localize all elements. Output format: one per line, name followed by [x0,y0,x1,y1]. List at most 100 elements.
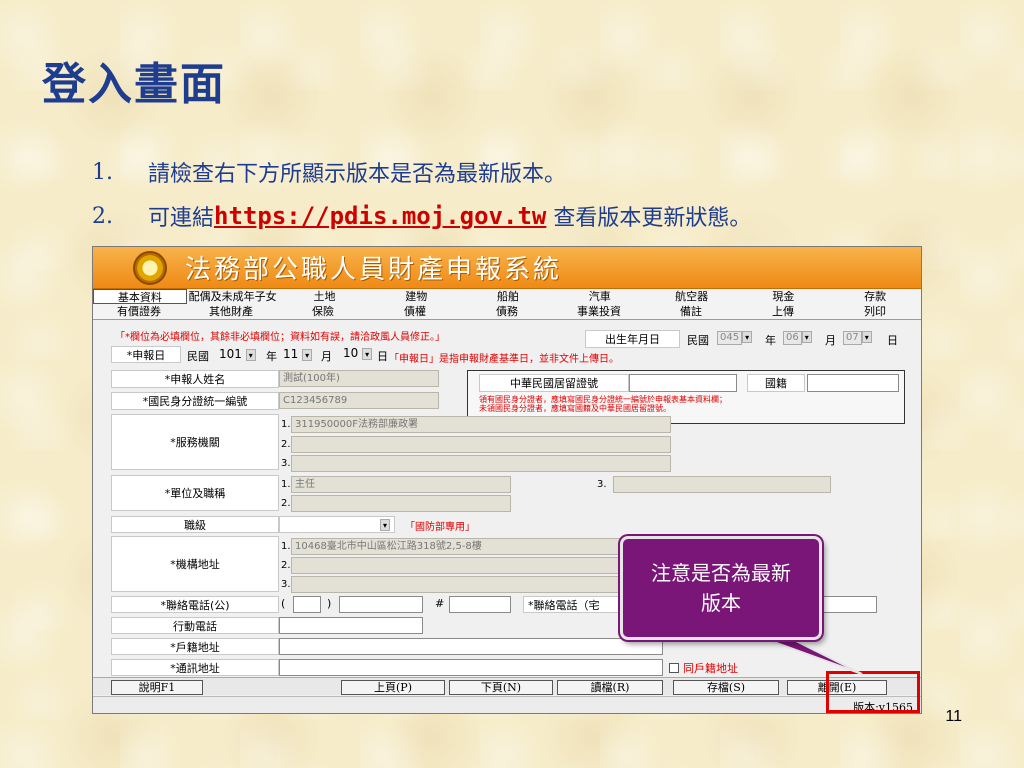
residence-note: 領有國民身分證者，應填寫國民身分證統一編號於申報表基本資料欄； 未領國民身分證者… [479,395,727,413]
tab-other-assets[interactable]: 其他財產 [185,304,277,319]
office-area-code-input[interactable] [293,596,321,613]
agency-index-3: 3. [281,458,291,469]
report-roc-label: 民國 [187,350,209,363]
app-title: 法務部公職人員財產申報系統 [185,255,563,285]
household-address-input[interactable] [279,638,663,655]
save-file-button[interactable]: 存檔(S) [673,680,779,695]
office-extension-input[interactable] [449,596,511,613]
chevron-down-icon: ▾ [380,519,390,531]
page-number: 11 [945,708,962,725]
mailing-address-input[interactable] [279,659,663,676]
position-index-1: 1. [281,479,291,490]
tab-insurance[interactable]: 保險 [277,304,369,319]
slide-title: 登入畫面 [42,59,226,110]
tab-securities[interactable]: 有價證券 [93,304,185,319]
position-field-1[interactable]: 主任 [291,476,511,493]
report-day-unit: 日 [377,350,388,363]
tab-debts[interactable]: 債務 [461,304,553,319]
position-label: *單位及職稱 [111,475,279,511]
id-number-field[interactable]: C123456789 [279,392,439,409]
tab-bar: 基本資料 配偶及未成年子女 土地 建物 船舶 汽車 航空器 現金 存款 有價證券… [93,289,921,320]
month-label: 月 [825,334,836,347]
tab-building[interactable]: 建物 [370,289,462,304]
report-year-select[interactable]: 101 ▾ [219,347,256,361]
household-address-label: *戶籍地址 [111,638,279,655]
report-day-select[interactable]: 10 ▾ [343,346,373,360]
tab-aircraft[interactable]: 航空器 [646,289,738,304]
chevron-down-icon: ▾ [245,348,256,361]
tab-notes[interactable]: 備註 [645,304,737,319]
id-number-label: *國民身分證統一編號 [111,392,279,410]
chevron-down-icon: ▾ [302,348,313,361]
address-index-2: 2. [281,560,291,571]
rank-label: 職級 [111,516,279,533]
birth-roc-label: 民國 [687,334,709,347]
read-file-button[interactable]: 讀檔(R) [557,680,663,695]
agency-field-2[interactable] [291,436,671,453]
agency-field-3[interactable] [291,455,671,472]
next-page-button[interactable]: 下頁(N) [449,680,553,695]
mailing-address-label: *通訊地址 [111,659,279,676]
residence-number-input[interactable] [629,374,737,392]
instruction-item-2: 2. 可連結 https://pdis.moj.gov.tw 查看版本更新狀態。 [92,194,751,238]
required-notice: 「*欄位為必填欄位，其餘非必填欄位；資料如有誤，請洽政風人員修正。」 [115,332,445,343]
help-button[interactable]: 說明F1 [111,680,203,695]
agency-index-1: 1. [281,419,291,430]
tab-investment[interactable]: 事業投資 [553,304,645,319]
office-phone-input[interactable] [339,596,423,613]
status-bar: 版本:v1565 [93,696,921,713]
chevron-down-icon: ▾ [861,331,872,343]
tab-deposit[interactable]: 存款 [829,289,921,304]
residence-note-line-1: 領有國民身分證者，應填寫國民身分證統一編號於申報表基本資料欄； [479,395,727,404]
agency-label: *服務機關 [111,414,279,470]
agency-field-1[interactable]: 311950000F法務部廉政署 [291,416,671,433]
birth-day-select[interactable]: 07 ▾ [843,330,872,345]
version-callout: 注意是否為最新版本 [620,536,822,640]
app-banner: 法務部公職人員財產申報系統 [93,247,921,289]
name-field[interactable]: 測試(100年) [279,370,439,387]
tab-row-1: 基本資料 配偶及未成年子女 土地 建物 船舶 汽車 航空器 現金 存款 [93,289,921,304]
tab-ship[interactable]: 船舶 [462,289,554,304]
agency-index-2: 2. [281,439,291,450]
position-field-2[interactable] [291,495,511,512]
tab-cash[interactable]: 現金 [737,289,829,304]
report-month-select[interactable]: 11 ▾ [283,347,313,361]
tab-claims[interactable]: 債權 [369,304,461,319]
instruction-text: 查看版本更新狀態。 [546,206,752,231]
tab-car[interactable]: 汽車 [554,289,646,304]
instruction-number: 1. [92,159,113,185]
tab-land[interactable]: 土地 [279,289,371,304]
address-index-1: 1. [281,541,291,552]
chevron-down-icon: ▾ [742,331,753,343]
address-index-3: 3. [281,579,291,590]
tab-upload[interactable]: 上傳 [737,304,829,319]
defense-note: 「國防部專用」 [405,522,475,533]
paren-open: ( [281,597,286,610]
position-field-3[interactable] [613,476,831,493]
chevron-down-icon: ▾ [801,331,812,343]
basic-info-form: 「*欄位為必填欄位，其餘非必填欄位；資料如有誤，請洽政風人員修正。」 出生年月日… [93,320,921,698]
action-bar: 說明F1 上頁(P) 下頁(N) 讀檔(R) 存檔(S) 離開(E) [93,677,921,695]
app-window: 法務部公職人員財產申報系統 基本資料 配偶及未成年子女 土地 建物 船舶 汽車 … [92,246,922,714]
version-link[interactable]: https://pdis.moj.gov.tw [214,202,546,230]
tab-basic-info[interactable]: 基本資料 [93,289,187,304]
nationality-input[interactable] [807,374,899,392]
report-month-unit: 月 [321,350,332,363]
instruction-number: 2. [92,203,113,229]
tab-print[interactable]: 列印 [829,304,921,319]
instruction-text: 請檢查右下方所顯示版本是否為最新版本。 [148,162,567,187]
residence-label: 中華民國居留證號 [479,374,629,392]
tab-spouse[interactable]: 配偶及未成年子女 [187,289,279,304]
mobile-phone-input[interactable] [279,617,423,634]
checkbox-icon [669,663,679,673]
birth-year-select[interactable]: 045 ▾ [717,330,753,345]
position-index-2: 2. [281,498,291,509]
same-address-checkbox[interactable]: 同戶籍地址 [669,660,738,676]
birth-month-select[interactable]: 06 ▾ [783,330,812,345]
rank-select[interactable]: ▾ [279,516,395,533]
mobile-phone-label: 行動電話 [111,617,279,634]
prev-page-button[interactable]: 上頁(P) [341,680,445,695]
day-label: 日 [887,334,898,347]
office-phone-label: *聯絡電話(公) [111,596,279,613]
report-date-label: *申報日 [111,346,181,363]
